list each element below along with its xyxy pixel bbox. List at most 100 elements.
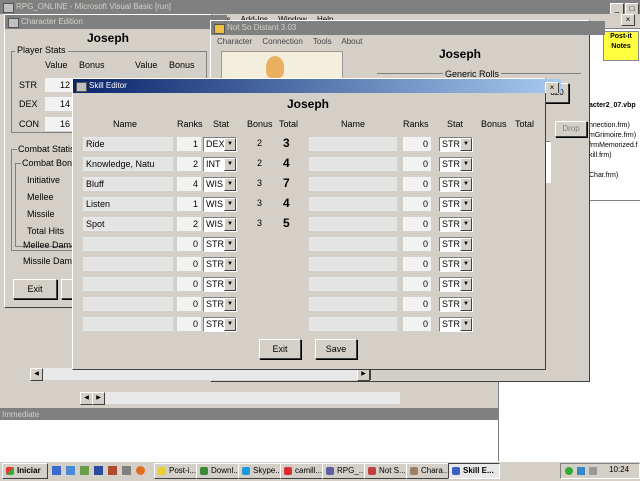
immediate-window[interactable]: Immediate <box>0 408 498 464</box>
project-file[interactable]: acter2_07.vbp <box>589 102 636 109</box>
quicklaunch-firefox-icon[interactable] <box>136 466 145 475</box>
tray-icon[interactable] <box>589 467 597 475</box>
skill-ranks-field[interactable]: 2 <box>177 217 201 231</box>
stat-combo[interactable]: STR ▼ <box>439 277 473 292</box>
skill-ranks-field[interactable]: 0 <box>403 257 431 271</box>
skill-ranks-field[interactable]: 0 <box>403 297 431 311</box>
chevron-down-icon[interactable]: ▼ <box>224 218 236 231</box>
skill-ranks-field[interactable]: 0 <box>177 277 201 291</box>
stat-combo[interactable]: STR ▼ <box>203 237 237 252</box>
skill-name-field[interactable] <box>309 317 397 331</box>
chevron-down-icon[interactable]: ▼ <box>460 198 472 211</box>
skill-exit-button[interactable]: Exit <box>259 339 301 359</box>
quicklaunch-desktop-icon[interactable] <box>66 466 75 475</box>
tray-icon[interactable] <box>577 467 585 475</box>
chevron-down-icon[interactable]: ▼ <box>460 218 472 231</box>
skill-ranks-field[interactable]: 0 <box>403 317 431 331</box>
stat-value[interactable]: 12 <box>45 78 73 92</box>
skill-name-field[interactable] <box>309 257 397 271</box>
chevron-down-icon[interactable]: ▼ <box>224 238 236 251</box>
project-file[interactable]: kill.frm) <box>589 152 612 159</box>
vb-mdi-close[interactable]: × <box>621 14 635 26</box>
stat-combo[interactable]: DEX ▼ <box>203 137 237 152</box>
chevron-down-icon[interactable]: ▼ <box>224 178 236 191</box>
skill-ranks-field[interactable]: 0 <box>177 237 201 251</box>
postit-icon[interactable]: Post-it Notes <box>603 31 639 61</box>
skill-name-field[interactable]: Spot <box>83 217 173 231</box>
project-file[interactable]: mGrimoire.frm) <box>589 132 636 139</box>
scroll-left-icon[interactable]: ◀ <box>30 368 43 381</box>
stat-combo[interactable]: STR ▼ <box>439 177 473 192</box>
stat-combo[interactable]: STR ▼ <box>203 317 237 332</box>
quicklaunch-icon[interactable] <box>108 466 117 475</box>
skill-name-field[interactable]: Knowledge, Natu <box>83 157 173 171</box>
skill-name-field[interactable] <box>83 297 173 311</box>
skill-ranks-field[interactable]: 0 <box>403 177 431 191</box>
chevron-down-icon[interactable]: ▼ <box>224 278 236 291</box>
skill-ranks-field[interactable]: 1 <box>177 137 201 151</box>
skill-name-field[interactable]: Bluff <box>83 177 173 191</box>
stat-combo[interactable]: WIS ▼ <box>203 197 237 212</box>
stat-combo[interactable]: STR ▼ <box>439 137 473 152</box>
scroll-right-icon[interactable]: ▶ <box>92 392 105 405</box>
project-file[interactable]: nnection.frm) <box>589 122 630 129</box>
skill-name-field[interactable] <box>309 277 397 291</box>
skill-ranks-field[interactable]: 0 <box>403 197 431 211</box>
project-file[interactable]: Char.frm) <box>589 172 618 179</box>
chevron-down-icon[interactable]: ▼ <box>460 178 472 191</box>
stat-value[interactable]: 16 <box>45 117 73 131</box>
nsd-menu-connection[interactable]: Connection <box>262 37 302 46</box>
chevron-down-icon[interactable]: ▼ <box>460 258 472 271</box>
chevron-down-icon[interactable]: ▼ <box>224 258 236 271</box>
skill-save-button[interactable]: Save <box>315 339 357 359</box>
skill-name-field[interactable] <box>309 217 397 231</box>
skill-name-field[interactable] <box>83 237 173 251</box>
start-button[interactable]: Iniciar <box>2 463 48 479</box>
taskbar-button[interactable]: Skill E... <box>448 463 500 479</box>
skill-ranks-field[interactable]: 0 <box>403 237 431 251</box>
stat-combo[interactable]: STR ▼ <box>439 317 473 332</box>
code-hscroll-2[interactable]: ◀ ▶ <box>80 392 400 405</box>
skill-ranks-field[interactable]: 1 <box>177 197 201 211</box>
stat-combo[interactable]: STR ▼ <box>439 237 473 252</box>
stat-combo[interactable]: STR ▼ <box>439 297 473 312</box>
stat-combo[interactable]: WIS ▼ <box>203 177 237 192</box>
skill-name-field[interactable] <box>309 137 397 151</box>
skill-name-field[interactable] <box>83 317 173 331</box>
chevron-down-icon[interactable]: ▼ <box>224 138 236 151</box>
stat-combo[interactable]: STR ▼ <box>203 277 237 292</box>
stat-combo[interactable]: INT ▼ <box>203 157 237 172</box>
chevron-down-icon[interactable]: ▼ <box>460 158 472 171</box>
maximize-button[interactable]: □ <box>625 3 639 14</box>
skill-name-field[interactable] <box>309 157 397 171</box>
minimize-button[interactable]: _ <box>610 3 624 14</box>
stat-value[interactable]: 14 <box>45 97 73 111</box>
char-exit-button[interactable]: Exit <box>13 279 57 299</box>
stat-combo[interactable]: STR ▼ <box>439 217 473 232</box>
skill-ranks-field[interactable]: 2 <box>177 157 201 171</box>
drop-button[interactable]: Drop <box>555 121 587 137</box>
quicklaunch-icon[interactable] <box>122 466 131 475</box>
skill-name-field[interactable] <box>83 257 173 271</box>
chevron-down-icon[interactable]: ▼ <box>224 298 236 311</box>
chevron-down-icon[interactable]: ▼ <box>224 158 236 171</box>
stat-combo[interactable]: STR ▼ <box>203 297 237 312</box>
nsd-menu-character[interactable]: Character <box>217 37 252 46</box>
nsd-menu-about[interactable]: About <box>341 37 362 46</box>
quicklaunch-word-icon[interactable] <box>94 466 103 475</box>
quicklaunch-media-icon[interactable] <box>80 466 89 475</box>
skill-ranks-field[interactable]: 0 <box>177 297 201 311</box>
skill-name-field[interactable]: Listen <box>83 197 173 211</box>
skill-name-field[interactable] <box>309 197 397 211</box>
nsd-menu-tools[interactable]: Tools <box>313 37 332 46</box>
stat-combo[interactable]: STR ▼ <box>439 257 473 272</box>
chevron-down-icon[interactable]: ▼ <box>460 318 472 331</box>
skill-ranks-field[interactable]: 4 <box>177 177 201 191</box>
chevron-down-icon[interactable]: ▼ <box>224 198 236 211</box>
stat-combo[interactable]: STR ▼ <box>203 257 237 272</box>
skill-ranks-field[interactable]: 0 <box>177 317 201 331</box>
stat-combo[interactable]: STR ▼ <box>439 157 473 172</box>
quicklaunch-ie-icon[interactable] <box>52 466 61 475</box>
chevron-down-icon[interactable]: ▼ <box>460 138 472 151</box>
stat-combo[interactable]: WIS ▼ <box>203 217 237 232</box>
